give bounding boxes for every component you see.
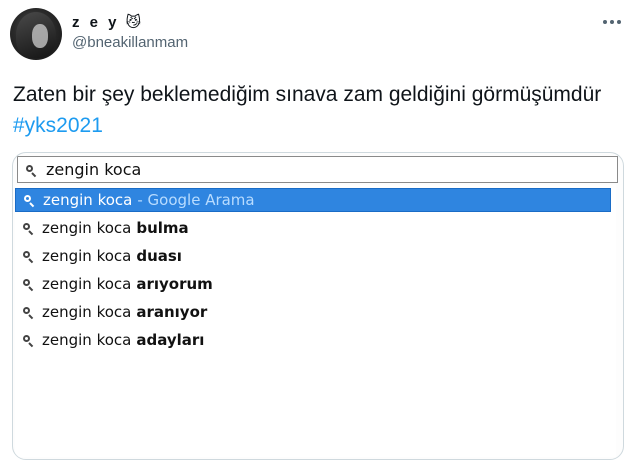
suggestion-completion: adayları bbox=[136, 331, 205, 349]
tweet-body: Zaten bir şey beklemediğim sınava zam ge… bbox=[13, 83, 602, 106]
suggestion-suffix: - Google Arama bbox=[137, 191, 255, 209]
search-query: zengin koca bbox=[46, 160, 142, 179]
dot bbox=[617, 20, 621, 24]
suggestion-item[interactable]: zengin koca duası bbox=[15, 244, 611, 268]
suggestion-completion: duası bbox=[136, 247, 182, 265]
search-icon bbox=[24, 195, 35, 208]
author-name-row[interactable]: z e y 😼 bbox=[72, 12, 141, 32]
suggestion-base: zengin koca bbox=[42, 275, 132, 293]
suggestion-completion: bulma bbox=[136, 219, 189, 237]
dot bbox=[610, 20, 614, 24]
tweet-media-image[interactable]: zengin koca zengin koca - Google Arama z… bbox=[12, 152, 624, 460]
search-icon bbox=[26, 164, 37, 177]
search-icon bbox=[23, 223, 34, 236]
hashtag-link[interactable]: #yks2021 bbox=[13, 114, 103, 137]
search-icon bbox=[23, 251, 34, 264]
suggestion-base: zengin koca bbox=[42, 303, 132, 321]
avatar[interactable] bbox=[10, 8, 62, 60]
tweet-text: Zaten bir şey beklemediğim sınava zam ge… bbox=[13, 79, 613, 141]
display-name[interactable]: z e y bbox=[72, 14, 120, 31]
search-icon bbox=[23, 307, 34, 320]
autocomplete-dropdown: zengin koca - Google Arama zengin koca b… bbox=[15, 185, 616, 457]
dot bbox=[603, 20, 607, 24]
user-handle[interactable]: @bneakillanmam bbox=[72, 34, 188, 51]
suggestion-item[interactable]: zengin koca aranıyor bbox=[15, 300, 611, 324]
suggestion-base: zengin koca bbox=[42, 331, 132, 349]
suggestion-item[interactable]: zengin koca adayları bbox=[15, 328, 611, 352]
suggestion-item[interactable]: zengin koca arıyorum bbox=[15, 272, 611, 296]
more-options-icon[interactable] bbox=[598, 14, 626, 30]
cat-emoji-icon: 😼 bbox=[125, 13, 142, 31]
suggestion-base: zengin koca bbox=[42, 219, 132, 237]
search-icon bbox=[23, 279, 34, 292]
search-input[interactable]: zengin koca bbox=[17, 156, 618, 183]
avatar-face bbox=[32, 24, 48, 48]
suggestion-completion: aranıyor bbox=[136, 303, 208, 321]
suggestion-base: zengin koca bbox=[43, 191, 133, 209]
suggestion-base: zengin koca bbox=[42, 247, 132, 265]
suggestion-completion: arıyorum bbox=[136, 275, 213, 293]
suggestion-item[interactable]: zengin koca bulma bbox=[15, 216, 611, 240]
suggestion-item[interactable]: zengin koca - Google Arama bbox=[15, 188, 611, 212]
search-icon bbox=[23, 335, 34, 348]
